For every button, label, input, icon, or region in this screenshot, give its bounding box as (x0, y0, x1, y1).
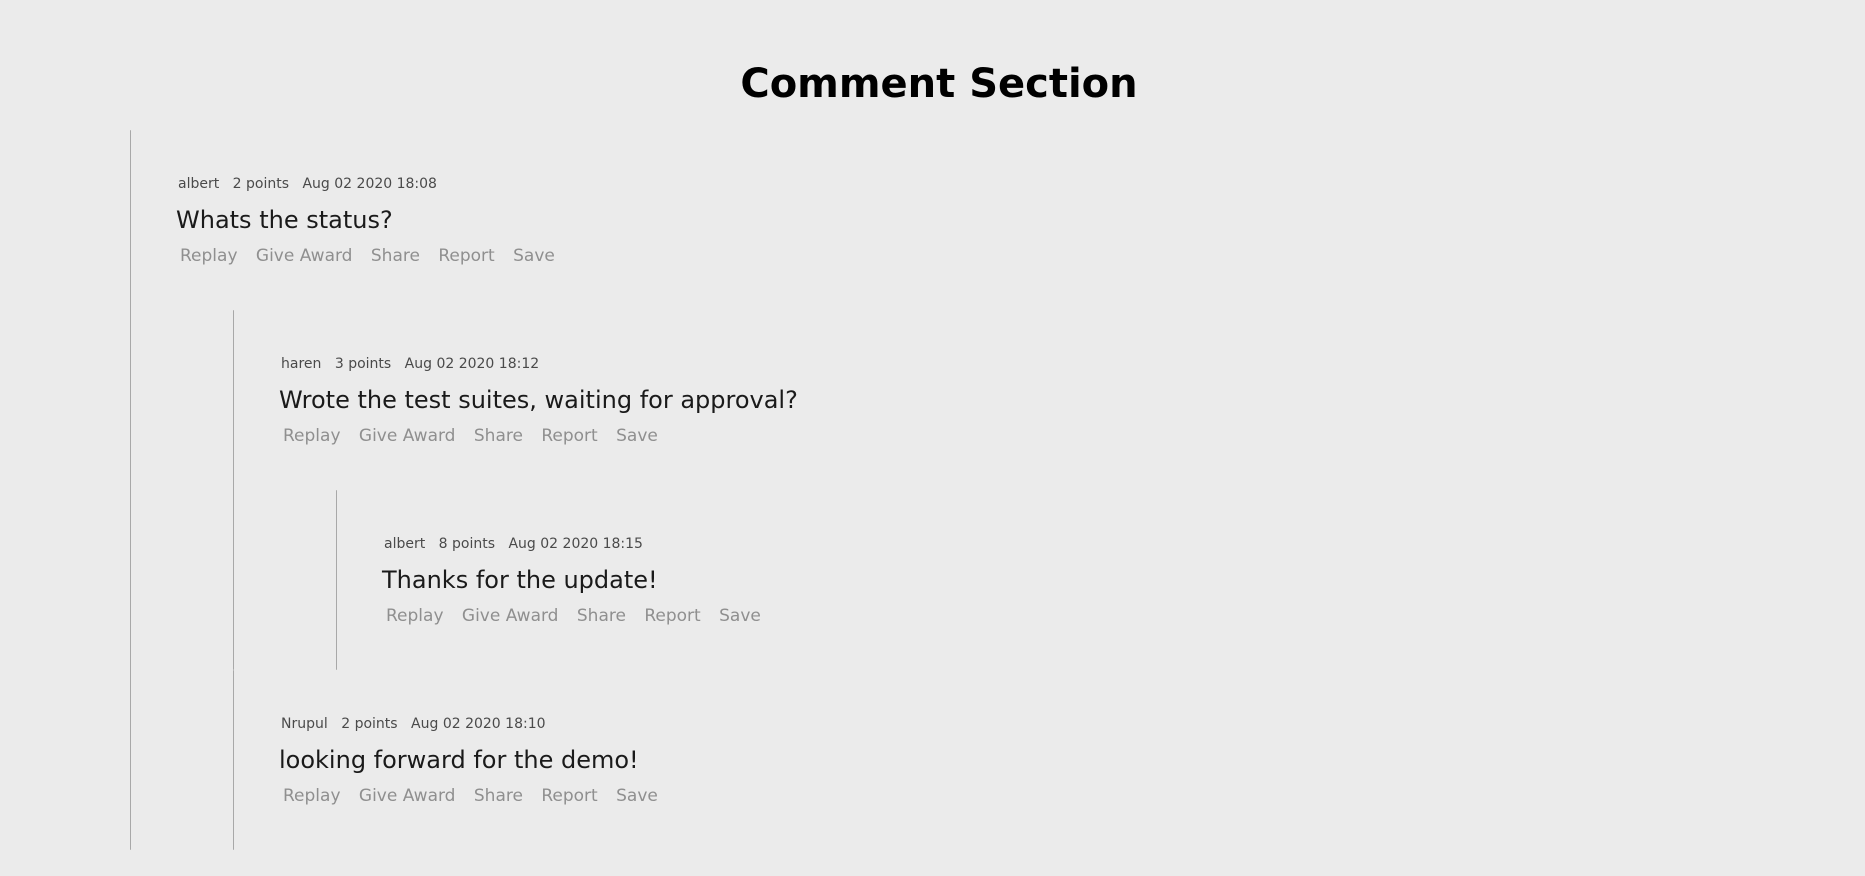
thread-line-level-1[interactable] (130, 130, 131, 850)
report-button[interactable]: Report (644, 605, 700, 627)
comment-meta: haren 3 points Aug 02 2020 18:12 (281, 355, 548, 373)
thread-line-level-2-first[interactable] (233, 310, 234, 670)
thread-line-level-2-second[interactable] (233, 670, 234, 850)
save-button[interactable]: Save (616, 425, 658, 447)
give-award-button[interactable]: Give Award (462, 605, 559, 627)
comment-meta: Nrupul 2 points Aug 02 2020 18:10 (281, 715, 555, 733)
comment-text: Whats the status? (176, 206, 393, 234)
report-button[interactable]: Report (438, 245, 494, 267)
comment-text: Wrote the test suites, waiting for appro… (279, 386, 798, 414)
give-award-button[interactable]: Give Award (359, 425, 456, 447)
comment-timestamp: Aug 02 2020 18:10 (411, 716, 546, 732)
comment-timestamp: Aug 02 2020 18:15 (508, 536, 643, 552)
comment-author[interactable]: albert (178, 176, 219, 192)
comment-points: 3 points (334, 356, 392, 372)
comment-actions: Replay Give Award Share Report Save (283, 425, 671, 447)
replay-button[interactable]: Replay (283, 785, 341, 807)
share-button[interactable]: Share (577, 605, 626, 627)
share-button[interactable]: Share (474, 785, 523, 807)
comment-author[interactable]: haren (281, 356, 321, 372)
save-button[interactable]: Save (616, 785, 658, 807)
comment-actions: Replay Give Award Share Report Save (180, 245, 568, 267)
give-award-button[interactable]: Give Award (359, 785, 456, 807)
comment-text: Thanks for the update! (382, 566, 658, 594)
comment-actions: Replay Give Award Share Report Save (283, 785, 671, 807)
thread-line-level-3[interactable] (336, 490, 337, 670)
share-button[interactable]: Share (474, 425, 523, 447)
replay-button[interactable]: Replay (283, 425, 341, 447)
comment-points: 8 points (438, 536, 496, 552)
comment-actions: Replay Give Award Share Report Save (386, 605, 774, 627)
save-button[interactable]: Save (719, 605, 761, 627)
replay-button[interactable]: Replay (386, 605, 444, 627)
replay-button[interactable]: Replay (180, 245, 238, 267)
comment-timestamp: Aug 02 2020 18:08 (302, 176, 437, 192)
report-button[interactable]: Report (541, 425, 597, 447)
comment-points: 2 points (232, 176, 290, 192)
report-button[interactable]: Report (541, 785, 597, 807)
comment-meta: albert 8 points Aug 02 2020 18:15 (384, 535, 652, 553)
page-title: Comment Section (740, 61, 1138, 107)
comment-timestamp: Aug 02 2020 18:12 (404, 356, 540, 372)
share-button[interactable]: Share (371, 245, 420, 267)
give-award-button[interactable]: Give Award (256, 245, 353, 267)
comment-author[interactable]: Nrupul (281, 716, 328, 732)
comment-points: 2 points (341, 716, 398, 732)
save-button[interactable]: Save (513, 245, 555, 267)
comment-author[interactable]: albert (384, 536, 425, 552)
comment-text: looking forward for the demo! (279, 746, 639, 774)
comment-meta: albert 2 points Aug 02 2020 18:08 (178, 175, 446, 193)
